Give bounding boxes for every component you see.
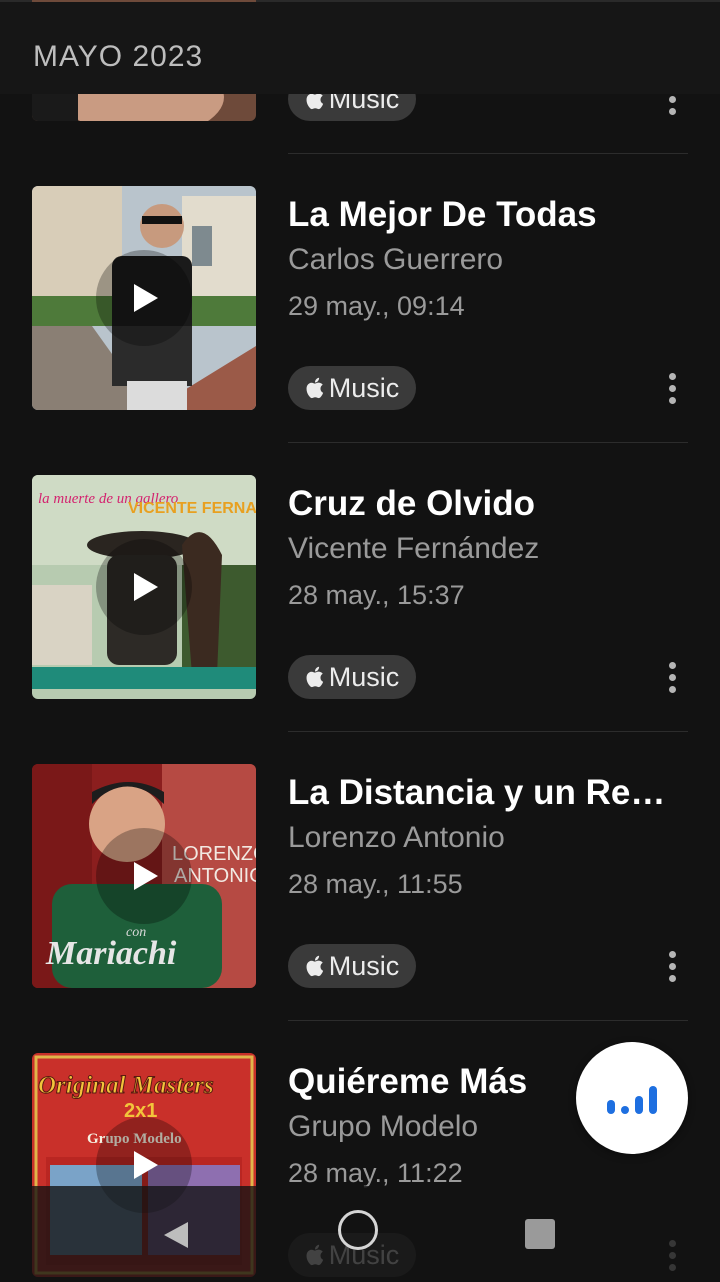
month-heading: MAYO 2023 [33, 40, 204, 73]
section-header: MAYO 2023 [0, 2, 720, 94]
back-icon[interactable] [162, 1220, 190, 1250]
sound-bars-icon [607, 1086, 657, 1154]
home-button[interactable] [338, 1210, 378, 1250]
play-icon [134, 1151, 158, 1179]
list-item[interactable]: LORENZO ANTONIO con Mariachi La Distanci… [0, 578, 720, 1021]
cover-text: Original Masters [38, 1072, 214, 1099]
song-title: La Mejor De Todas [288, 195, 597, 234]
recent-apps-button[interactable] [525, 1219, 555, 1249]
shazam-listen-button[interactable] [576, 1042, 688, 1154]
artist-name: Carlos Guerrero [288, 243, 504, 276]
timestamp: 28 may., 11:22 [288, 1158, 463, 1188]
song-title: La Distancia y un Rec… [288, 773, 678, 812]
artist-name: Vicente Fernández [288, 532, 540, 565]
song-title: Cruz de Olvido [288, 484, 535, 523]
artist-name: Lorenzo Antonio [288, 821, 505, 854]
list-item[interactable]: la muerte de un gallero VICENTE FERNANDE… [0, 289, 720, 732]
cover-text: VICENTE FERNANDEZ [128, 500, 256, 517]
